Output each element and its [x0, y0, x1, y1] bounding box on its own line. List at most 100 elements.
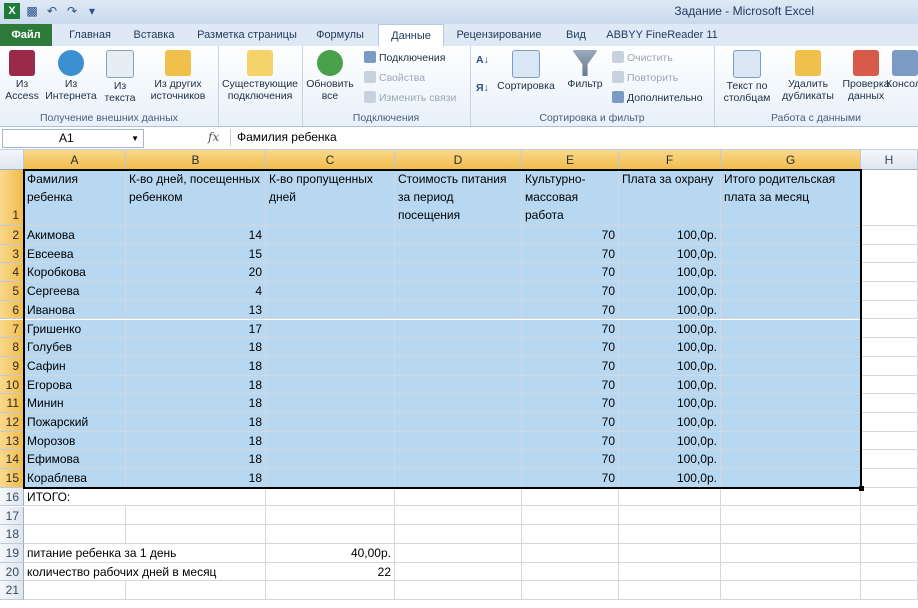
table-cell[interactable]: 18: [126, 394, 266, 413]
table-cell[interactable]: [861, 263, 918, 283]
table-cell[interactable]: ИТОГО:: [24, 488, 126, 507]
table-cell[interactable]: [721, 413, 861, 432]
formula-input[interactable]: Фамилия ребенка: [230, 129, 918, 146]
table-cell[interactable]: [395, 543, 522, 563]
table-cell[interactable]: 18: [126, 356, 266, 376]
table-cell[interactable]: 18: [126, 431, 266, 451]
table-cell[interactable]: [266, 319, 395, 339]
column-header-b[interactable]: B: [126, 150, 266, 170]
tab-page-layout[interactable]: Разметка страницы: [190, 24, 304, 46]
table-cell[interactable]: 70: [522, 244, 619, 264]
table-cell[interactable]: 70: [522, 263, 619, 283]
row-header[interactable]: 5: [0, 282, 24, 301]
table-cell[interactable]: [861, 319, 918, 339]
tab-review[interactable]: Рецензирование: [448, 24, 550, 46]
row-header[interactable]: 16: [0, 487, 24, 507]
row-header[interactable]: 12: [0, 413, 24, 432]
table-cell[interactable]: [395, 469, 522, 488]
table-cell[interactable]: 70: [522, 356, 619, 376]
table-cell[interactable]: 18: [126, 413, 266, 432]
table-cell[interactable]: 100,0р.: [619, 300, 721, 320]
table-cell[interactable]: Морозов: [24, 431, 126, 451]
table-cell[interactable]: 100,0р.: [619, 226, 721, 245]
advanced-button[interactable]: Дополнительно: [612, 90, 703, 106]
table-cell[interactable]: [619, 487, 721, 507]
table-cell[interactable]: 18: [126, 469, 266, 488]
table-cell[interactable]: 100,0р.: [619, 338, 721, 357]
table-cell[interactable]: [522, 525, 619, 544]
tab-file[interactable]: Файл: [0, 24, 52, 46]
table-cell[interactable]: [721, 226, 861, 245]
table-cell[interactable]: [266, 300, 395, 320]
table-cell[interactable]: [861, 394, 918, 413]
table-cell[interactable]: 70: [522, 338, 619, 357]
table-cell[interactable]: [721, 543, 861, 563]
sort-az-icon[interactable]: А↓: [476, 52, 489, 68]
table-cell[interactable]: [861, 543, 918, 563]
row-header[interactable]: 18: [0, 525, 24, 544]
table-cell[interactable]: 13: [126, 300, 266, 320]
table-header-cell[interactable]: Культурно-массовая работа: [522, 170, 619, 226]
table-cell[interactable]: [395, 356, 522, 376]
table-cell[interactable]: Егорова: [24, 375, 126, 395]
table-cell[interactable]: [721, 450, 861, 470]
table-cell[interactable]: [522, 487, 619, 507]
table-cell[interactable]: [861, 581, 918, 600]
column-header-d[interactable]: D: [395, 150, 522, 170]
tab-view[interactable]: Вид: [556, 24, 596, 46]
table-cell[interactable]: 100,0р.: [619, 431, 721, 451]
table-cell[interactable]: 70: [522, 375, 619, 395]
table-cell[interactable]: Минин: [24, 394, 126, 413]
properties-button[interactable]: Свойства: [364, 70, 425, 86]
table-cell[interactable]: 100,0р.: [619, 319, 721, 339]
table-cell[interactable]: Сафин: [24, 356, 126, 376]
existing-connections-button[interactable]: Существующие подключения: [220, 48, 300, 102]
table-cell[interactable]: [266, 244, 395, 264]
from-other-sources-button[interactable]: Из других источников: [140, 48, 216, 102]
table-cell[interactable]: [395, 450, 522, 470]
table-cell[interactable]: [721, 375, 861, 395]
table-cell[interactable]: [395, 263, 522, 283]
table-cell[interactable]: [266, 263, 395, 283]
table-cell[interactable]: [266, 356, 395, 376]
fill-handle[interactable]: [859, 485, 864, 491]
table-cell[interactable]: 100,0р.: [619, 282, 721, 301]
table-header-cell[interactable]: К-во дней, посещенных ребенком: [126, 170, 266, 226]
table-cell[interactable]: [721, 581, 861, 600]
table-cell[interactable]: Пожарский: [24, 413, 126, 432]
table-cell[interactable]: 70: [522, 282, 619, 301]
tab-home[interactable]: Главная: [60, 24, 120, 46]
row-header[interactable]: 15: [0, 469, 24, 488]
table-cell[interactable]: [266, 581, 395, 600]
column-header-f[interactable]: F: [619, 150, 721, 170]
table-cell[interactable]: [266, 506, 395, 526]
table-cell[interactable]: Кораблева: [24, 469, 126, 488]
row-header[interactable]: 3: [0, 244, 24, 264]
table-cell[interactable]: [395, 375, 522, 395]
table-cell[interactable]: 100,0р.: [619, 375, 721, 395]
table-cell[interactable]: [861, 562, 918, 582]
connections-button[interactable]: Подключения: [364, 50, 445, 66]
name-box[interactable]: A1 ▼: [2, 129, 144, 148]
tab-abbyy[interactable]: ABBYY FineReader 11: [604, 24, 720, 46]
table-cell[interactable]: 100,0р.: [619, 450, 721, 470]
row-header[interactable]: 13: [0, 431, 24, 451]
table-cell[interactable]: [395, 394, 522, 413]
table-cell[interactable]: 70: [522, 431, 619, 451]
table-cell[interactable]: [861, 226, 918, 245]
table-cell[interactable]: [24, 506, 126, 526]
select-all-corner[interactable]: [0, 150, 24, 170]
table-cell[interactable]: [861, 450, 918, 470]
table-cell[interactable]: 100,0р.: [619, 263, 721, 283]
table-cell[interactable]: [266, 375, 395, 395]
row-header[interactable]: 8: [0, 338, 24, 357]
table-cell[interactable]: 14: [126, 226, 266, 245]
table-cell[interactable]: 70: [522, 319, 619, 339]
row-header[interactable]: 19: [0, 543, 24, 563]
column-header-a[interactable]: A: [24, 150, 126, 170]
table-cell[interactable]: [395, 581, 522, 600]
clear-button[interactable]: Очистить: [612, 50, 673, 66]
table-cell[interactable]: [721, 506, 861, 526]
filter-button[interactable]: Фильтр: [562, 48, 608, 90]
table-cell[interactable]: [266, 226, 395, 245]
